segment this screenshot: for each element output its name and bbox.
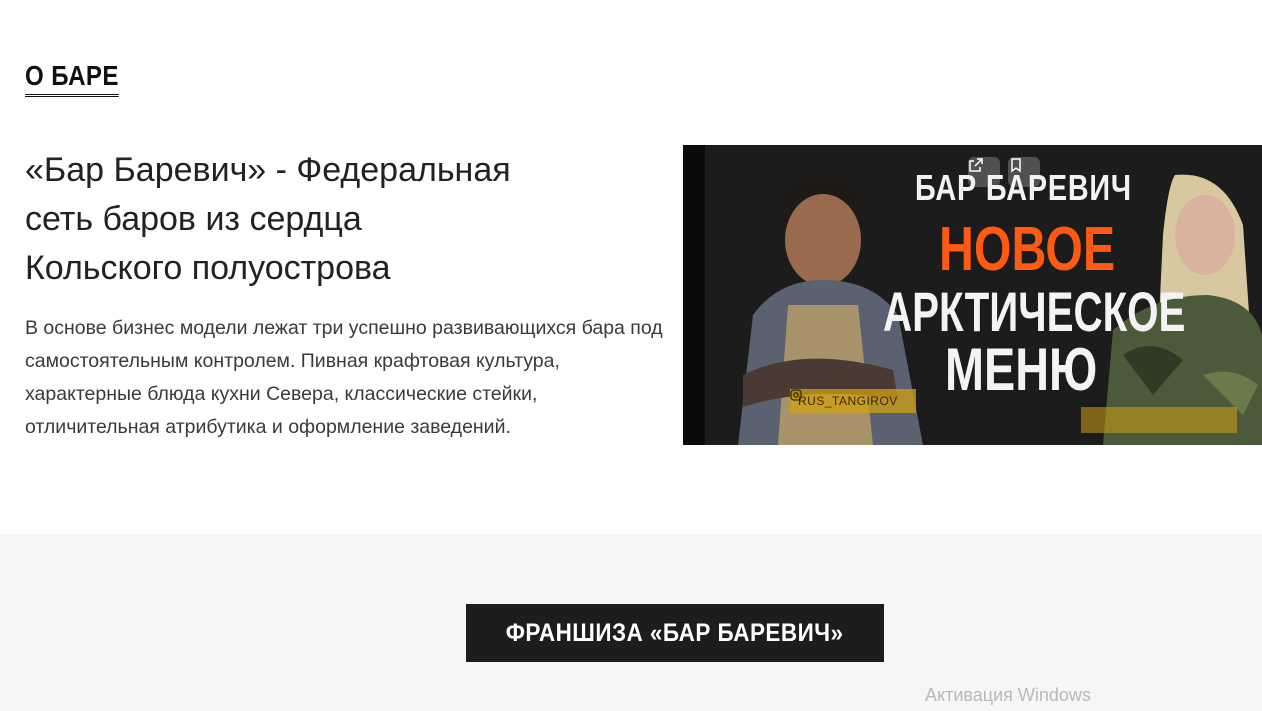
instagram-icon [790, 389, 802, 401]
instagram-handle-badge: RUS_TANGIROV [790, 389, 916, 413]
about-headline: «Бар Баревич» - Федеральная сеть баров и… [25, 151, 511, 287]
about-section: О БАРЕ «Бар Баревич» - Федеральная сеть … [0, 0, 1262, 534]
franchise-button[interactable]: ФРАНШИЗА «БАР БАРЕВИЧ» [466, 604, 884, 662]
franchise-button-label: ФРАНШИЗА «БАР БАРЕВИЧ» [506, 618, 844, 647]
thumbnail-line-3: МЕНЮ [945, 336, 1098, 403]
video-thumbnail[interactable]: БАР БАРЕВИЧ НОВОЕ АРКТИЧЕСКОЕ МЕНЮ RUS_T… [683, 145, 1262, 445]
instagram-handle: RUS_TANGIROV [798, 394, 898, 408]
windows-activation-watermark: Активация Windows [925, 685, 1091, 705]
thumbnail-line-1: НОВОЕ [939, 215, 1116, 284]
thumbnail-line-2: АРКТИЧЕСКОЕ [883, 280, 1186, 343]
thumbnail-title: БАР БАРЕВИЧ [915, 167, 1132, 208]
section-heading: О БАРЕ [25, 58, 119, 97]
about-body-text: В основе бизнес модели лежат три успешно… [25, 317, 663, 438]
